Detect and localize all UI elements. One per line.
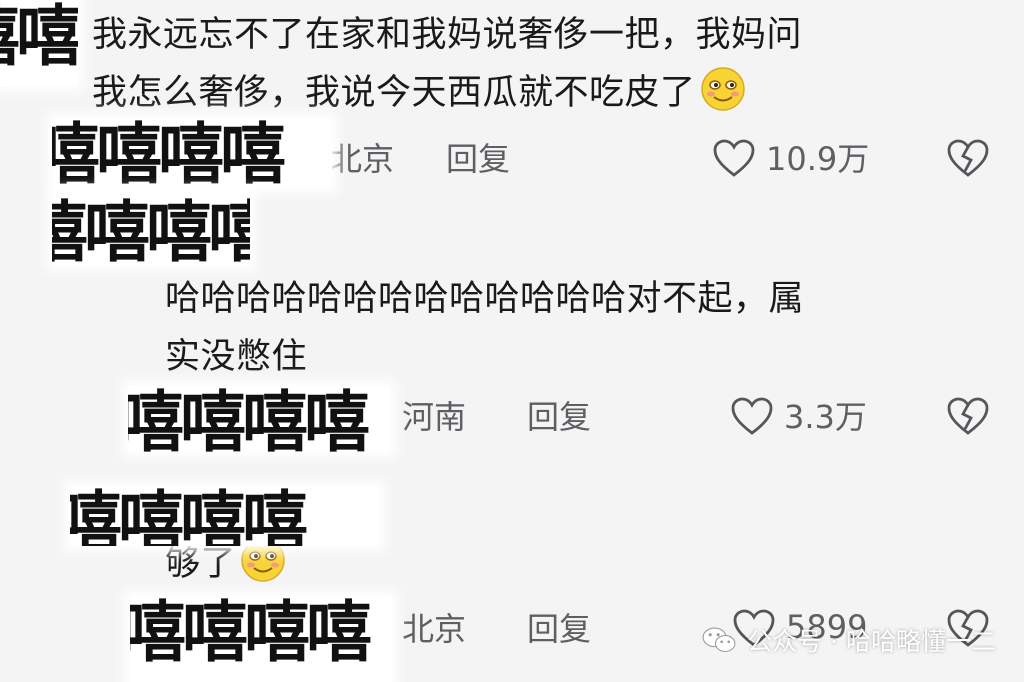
comment-1-reply-button[interactable]: 回复 (446, 134, 510, 180)
comment-2-like-icon[interactable] (730, 396, 774, 436)
comment-2-dislike-icon[interactable] (946, 396, 990, 436)
censor-block: 嘻嘻嘻嘻 (52, 196, 250, 266)
censor-block: 嘻嘻嘻嘻 (130, 596, 392, 682)
smiling-face-emoji (700, 67, 745, 111)
comment-1-line-2: 我怎么奢侈，我说今天西瓜就不吃皮了 (92, 64, 992, 122)
censor-block: 嘻嘻嘻嘻 (70, 486, 380, 546)
censor-glyph: 嘻嘻嘻嘻 (128, 386, 370, 453)
comment-3-reply-button[interactable]: 回复 (527, 604, 591, 650)
comment-1-like-count: 10.9万 (766, 140, 870, 178)
comment-2-line-2: 实没憋住 (165, 337, 308, 377)
censor-glyph: 嘻嘻嘻嘻 (70, 486, 308, 547)
comment-3-location: 北京 (402, 610, 467, 648)
comment-2-line-1: 哈哈哈哈哈哈哈哈哈哈哈哈哈对不起，属 (165, 279, 805, 319)
censor-glyph: 嘻嘻嘻嘻 (52, 196, 250, 266)
comment-2-reply-button[interactable]: 回复 (527, 392, 591, 438)
censor-glyph: 嘻嘻嘻嘻 (0, 0, 78, 75)
censor-glyph: 嘻嘻嘻嘻 (130, 596, 372, 671)
comment-1-dislike-icon[interactable] (946, 138, 990, 178)
comment-2-location: 河南 (402, 398, 467, 436)
comment-1-location: 北京 (330, 140, 395, 178)
censor-block: 嘻嘻嘻嘻 (0, 0, 78, 86)
comment-2-like-count: 3.3万 (784, 398, 867, 436)
censor-block: 嘻嘻嘻嘻 (128, 386, 390, 452)
comment-2-text: 哈哈哈哈哈哈哈哈哈哈哈哈哈对不起，属 实没憋住 (165, 270, 995, 386)
comment-1-text: 我永远忘不了在家和我妈说奢侈一把，我妈问 我怎么奢侈，我说今天西瓜就不吃皮了 (92, 6, 992, 122)
censor-glyph: 嘻嘻嘻嘻 (52, 118, 286, 188)
watermark: 公众号 · 哈哈略懂一二 (701, 620, 996, 660)
censor-block: 嘻嘻嘻嘻 (52, 118, 332, 188)
comment-1-line-1: 我永远忘不了在家和我妈说奢侈一把，我妈问 (92, 15, 803, 55)
watermark-text: 公众号 · 哈哈略懂一二 (747, 627, 996, 656)
comment-1-like-icon[interactable] (712, 138, 756, 178)
wechat-icon (702, 627, 736, 652)
